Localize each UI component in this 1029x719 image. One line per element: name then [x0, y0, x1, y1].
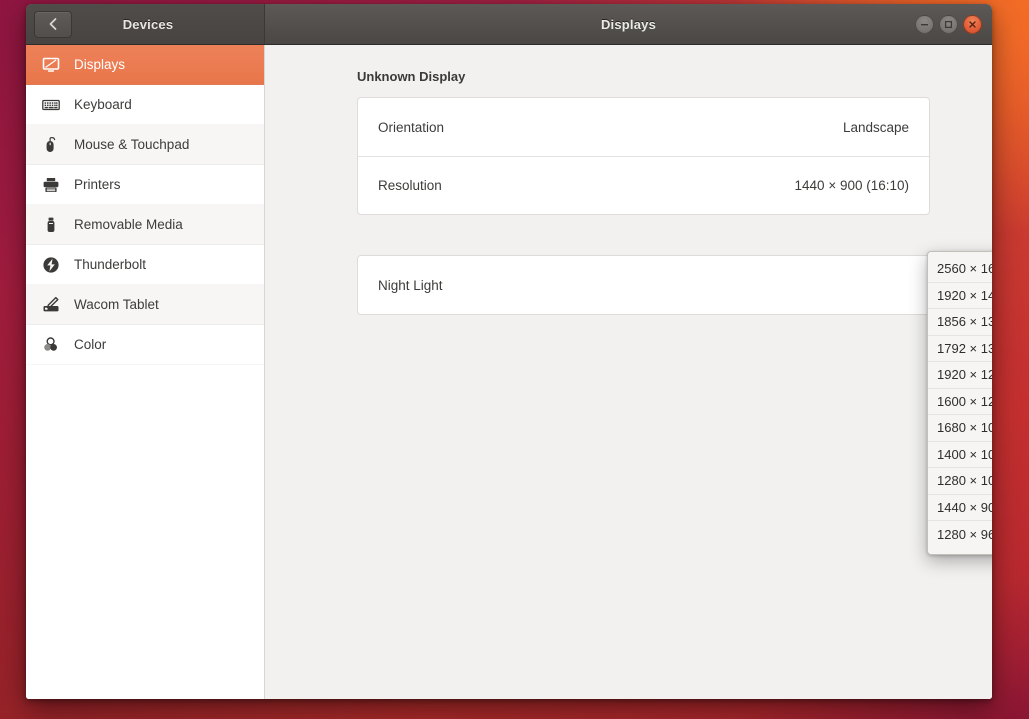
minimize-icon	[920, 20, 929, 29]
resolution-option[interactable]: 1680 × 1050 (16:10)	[928, 415, 992, 442]
sidebar-item-label: Thunderbolt	[74, 257, 147, 272]
sidebar-item-label: Keyboard	[74, 97, 132, 112]
maximize-icon	[944, 20, 953, 29]
sidebar-item-label: Color	[74, 337, 107, 352]
usb-drive-icon	[40, 214, 62, 236]
resolution-option[interactable]: 1792 × 1344 (4:3)	[928, 336, 992, 362]
resolution-option[interactable]: 1400 × 1050 (4:3)	[928, 442, 992, 468]
displays-panel: Unknown Display Orientation Landscape Re…	[265, 45, 992, 699]
resolution-row[interactable]: Resolution 1440 × 900 (16:10)	[358, 156, 929, 214]
resolution-option[interactable]: 1280 × 1024 (5:4)	[928, 468, 992, 495]
sidebar-item-wacom-tablet[interactable]: Wacom Tablet	[26, 285, 264, 325]
sidebar-panel-title: Devices	[122, 16, 174, 32]
titlebar-main-section: Displays	[265, 4, 992, 44]
settings-window: Devices Displays Displays Keyboard Mouse…	[26, 4, 992, 699]
display-settings-card: Orientation Landscape Resolution 1440 × …	[357, 97, 930, 215]
color-wheel-icon	[40, 334, 62, 356]
thunderbolt-icon	[40, 254, 62, 276]
window-body: Displays Keyboard Mouse & Touchpad Print…	[26, 45, 992, 699]
sidebar-item-mouse-touchpad[interactable]: Mouse & Touchpad	[26, 125, 264, 165]
resolution-option[interactable]: 1856 × 1392 (4:3)	[928, 309, 992, 336]
desktop-background: Devices Displays Displays Keyboard Mouse…	[0, 0, 1029, 719]
sidebar-item-label: Mouse & Touchpad	[74, 137, 190, 152]
orientation-value[interactable]: Landscape	[843, 120, 909, 135]
close-button[interactable]	[963, 14, 982, 34]
sidebar-item-displays[interactable]: Displays	[26, 45, 264, 85]
sidebar-item-keyboard[interactable]: Keyboard	[26, 85, 264, 125]
window-title: Displays	[600, 16, 657, 32]
sidebar-item-thunderbolt[interactable]: Thunderbolt	[26, 245, 264, 285]
orientation-row[interactable]: Orientation Landscape	[358, 98, 929, 156]
mouse-icon	[40, 134, 62, 156]
night-light-row[interactable]: Night Light	[358, 256, 929, 314]
sidebar-item-printers[interactable]: Printers	[26, 165, 264, 205]
close-icon	[968, 20, 977, 29]
keyboard-icon	[40, 94, 62, 116]
resolution-option[interactable]: 1280 × 960 (4:3)	[928, 521, 992, 548]
window-titlebar: Devices Displays	[26, 4, 992, 45]
resolution-option[interactable]: 1920 × 1440 (4:3)	[928, 283, 992, 309]
resolution-value[interactable]: 1440 × 900 (16:10)	[795, 178, 909, 193]
window-controls	[915, 14, 982, 34]
printer-icon	[40, 174, 62, 196]
night-light-card: Night Light	[357, 255, 930, 315]
devices-sidebar: Displays Keyboard Mouse & Touchpad Print…	[26, 45, 265, 699]
resolution-option[interactable]: 1920 × 1200 (16:10)	[928, 362, 992, 389]
sidebar-item-label: Printers	[74, 177, 121, 192]
resolution-option[interactable]: 1600 × 1200 (4:3)	[928, 389, 992, 415]
wacom-tablet-icon	[40, 294, 62, 316]
page-title: Unknown Display	[357, 69, 466, 84]
resolution-label: Resolution	[378, 178, 442, 193]
sidebar-item-label: Removable Media	[74, 217, 183, 232]
resolution-option[interactable]: 1440 × 900 (16:10)	[928, 495, 992, 521]
back-button[interactable]	[34, 10, 72, 38]
sidebar-item-removable-media[interactable]: Removable Media	[26, 205, 264, 245]
popup-arrow-icon	[990, 243, 992, 252]
titlebar-sidebar-section: Devices	[26, 4, 265, 44]
resolution-dropdown-popup[interactable]: 2560 × 1600 (16:10)1920 × 1440 (4:3)1856…	[927, 251, 992, 555]
sidebar-item-label: Wacom Tablet	[74, 297, 159, 312]
resolution-option[interactable]: 2560 × 1600 (16:10)	[928, 256, 992, 283]
maximize-button[interactable]	[939, 14, 958, 34]
orientation-label: Orientation	[378, 119, 445, 135]
night-light-label: Night Light	[378, 277, 443, 293]
minimize-button[interactable]	[915, 14, 934, 34]
chevron-left-icon	[47, 17, 59, 31]
sidebar-item-color[interactable]: Color	[26, 325, 264, 365]
monitor-icon	[40, 54, 62, 76]
sidebar-item-label: Displays	[74, 57, 126, 72]
